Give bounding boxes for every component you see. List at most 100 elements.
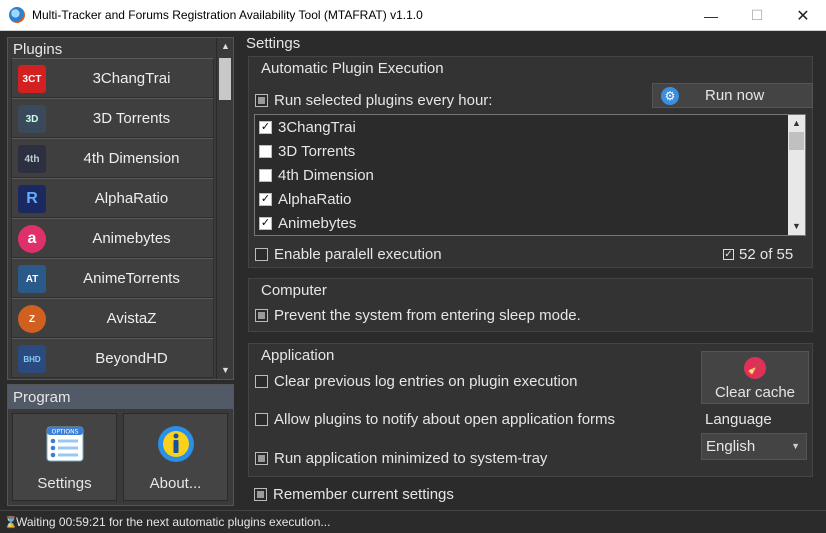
settings-title: Settings — [246, 35, 301, 52]
plugin-button[interactable]: R AlphaRatio — [11, 178, 214, 218]
plugin-check-label: 4th Dimension — [278, 166, 374, 184]
animebytes-logo-icon: a — [18, 225, 46, 253]
status-bar: ⌛ Waiting 00:59:21 for the next automati… — [0, 510, 826, 533]
checklist-scrollbar[interactable]: ▲ ▼ — [788, 115, 805, 235]
scrollbar-thumb[interactable] — [219, 58, 231, 100]
plugin-label: AvistaZ — [106, 309, 157, 327]
plugin-check-item[interactable]: 3D Torrents — [259, 139, 355, 163]
auto-exec-title: Automatic Plugin Execution — [261, 60, 444, 77]
plugin-button[interactable]: a Animebytes — [11, 218, 214, 258]
plugin-checklist[interactable]: ✓ 3ChangTrai 3D Torrents 4th Dimension ✓… — [254, 114, 806, 236]
prevent-sleep-label: Prevent the system from entering sleep m… — [274, 307, 581, 324]
title-bar: Multi-Tracker and Forums Registration Av… — [0, 0, 826, 31]
plugin-button[interactable]: BHD BeyondHD — [11, 338, 214, 378]
hourglass-icon: ⌛ — [4, 516, 18, 529]
program-panel: Program OPTIONS Settings About... — [7, 384, 234, 506]
plugin-button[interactable]: 4th 4th Dimension — [11, 138, 214, 178]
checkbox-indeterminate-icon — [255, 452, 268, 465]
prevent-sleep-checkbox[interactable]: Prevent the system from entering sleep m… — [255, 307, 581, 324]
plugin-label: Animebytes — [92, 229, 171, 247]
3ct-logo-icon: 3CT — [18, 65, 46, 93]
4th-logo-icon: 4th — [18, 145, 46, 173]
checkbox-indeterminate-icon — [255, 94, 268, 107]
clear-cache-button[interactable]: 🧹 Clear cache — [701, 351, 809, 404]
plugin-check-item[interactable]: 4th Dimension — [259, 163, 374, 187]
settings-button-label: Settings — [37, 475, 92, 492]
plugin-check-item[interactable]: ✓ Animebytes — [259, 211, 356, 235]
run-now-button[interactable]: ⚙ Run now — [652, 83, 813, 108]
plugin-label: AlphaRatio — [94, 189, 169, 207]
about-button-label: About... — [149, 475, 202, 492]
plugin-check-item[interactable]: ✓ AlphaRatio — [259, 187, 351, 211]
program-title: Program — [13, 389, 71, 406]
run-now-label: Run now — [705, 87, 765, 104]
avistaz-logo-icon: Z — [18, 305, 46, 333]
checkbox-checked-icon: ✓ — [259, 120, 272, 134]
broom-icon: 🧹 — [744, 357, 766, 379]
plugin-check-label: Animebytes — [278, 214, 357, 232]
checkbox-unchecked-icon — [259, 168, 272, 182]
svg-text:OPTIONS: OPTIONS — [52, 429, 79, 436]
info-icon — [158, 426, 194, 462]
plugin-label: AnimeTorrents — [83, 269, 180, 287]
run-minimized-checkbox[interactable]: Run application minimized to system-tray — [255, 450, 547, 467]
plugin-check-item[interactable]: ✓ 3ChangTrai — [259, 115, 356, 139]
app-icon — [9, 7, 25, 23]
run-hourly-checkbox[interactable]: Run selected plugins every hour: — [255, 92, 492, 109]
scrollbar-thumb[interactable] — [789, 132, 804, 150]
remember-settings-checkbox[interactable]: Remember current settings — [254, 486, 454, 503]
clear-log-label: Clear previous log entries on plugin exe… — [274, 373, 578, 390]
scroll-down-icon[interactable]: ▼ — [788, 218, 805, 235]
selected-count: ✓ 52 of 55 — [723, 246, 793, 263]
parallel-exec-label: Enable paralell execution — [274, 246, 442, 263]
beyondhd-logo-icon: BHD — [18, 345, 46, 373]
checkbox-indeterminate-icon — [254, 488, 267, 501]
checkbox-unchecked-icon — [255, 248, 268, 261]
about-button[interactable]: About... — [123, 413, 228, 501]
plugin-label: 3ChangTrai — [92, 69, 171, 87]
window-title: Multi-Tracker and Forums Registration Av… — [32, 8, 423, 22]
run-hourly-label: Run selected plugins every hour: — [274, 92, 493, 109]
settings-button[interactable]: OPTIONS Settings — [12, 413, 117, 501]
3d-logo-icon: 3D — [18, 105, 46, 133]
check-count-icon: ✓ — [723, 249, 734, 260]
plugin-button[interactable]: 3D 3D Torrents — [11, 98, 214, 138]
settings-area: Settings Automatic Plugin Execution Run … — [241, 31, 826, 510]
checkbox-indeterminate-icon — [255, 309, 268, 322]
options-icon: OPTIONS — [46, 426, 84, 462]
scroll-up-icon[interactable]: ▲ — [217, 38, 234, 55]
plugin-button[interactable]: Z AvistaZ — [11, 298, 214, 338]
plugins-panel: Plugins 3CT 3ChangTrai 3D 3D Torrents 4t… — [7, 37, 234, 380]
computer-title: Computer — [261, 282, 327, 299]
language-select[interactable]: English ▼ — [701, 433, 807, 460]
parallel-exec-checkbox[interactable]: Enable paralell execution — [255, 246, 442, 263]
plugins-panel-title: Plugins — [13, 41, 63, 58]
plugin-button[interactable]: 3CT 3ChangTrai — [11, 58, 214, 98]
scroll-down-icon[interactable]: ▼ — [217, 362, 234, 379]
checkbox-checked-icon: ✓ — [259, 216, 272, 230]
status-text: Waiting 00:59:21 for the next automatic … — [16, 515, 331, 529]
maximize-button[interactable]: ☐ — [734, 0, 780, 31]
language-label: Language — [705, 411, 772, 428]
plugin-label: 3D Torrents — [92, 109, 171, 127]
chevron-down-icon: ▼ — [791, 441, 800, 451]
language-value: English — [706, 438, 756, 455]
run-minimized-label: Run application minimized to system-tray — [274, 450, 548, 467]
alpharatio-logo-icon: R — [18, 185, 46, 213]
checkbox-unchecked-icon — [255, 413, 268, 426]
minimize-button[interactable]: — — [688, 0, 734, 31]
auto-exec-group: Automatic Plugin Execution Run selected … — [248, 56, 813, 268]
gear-icon: ⚙ — [661, 86, 679, 105]
scroll-up-icon[interactable]: ▲ — [788, 115, 805, 132]
notify-forms-checkbox[interactable]: Allow plugins to notify about open appli… — [255, 411, 615, 428]
plugin-label: BeyondHD — [95, 349, 168, 367]
plugin-button[interactable]: AT AnimeTorrents — [11, 258, 214, 298]
close-button[interactable]: ✕ — [780, 0, 826, 31]
remember-settings-label: Remember current settings — [273, 486, 454, 503]
plugins-scrollbar[interactable]: ▲ ▼ — [216, 38, 233, 379]
selected-count-text: 52 of 55 — [739, 246, 794, 263]
plugin-check-label: AlphaRatio — [278, 190, 352, 208]
clear-log-checkbox[interactable]: Clear previous log entries on plugin exe… — [255, 373, 578, 390]
checkbox-unchecked-icon — [255, 375, 268, 388]
plugin-list: 3CT 3ChangTrai 3D 3D Torrents 4th 4th Di… — [11, 58, 214, 378]
